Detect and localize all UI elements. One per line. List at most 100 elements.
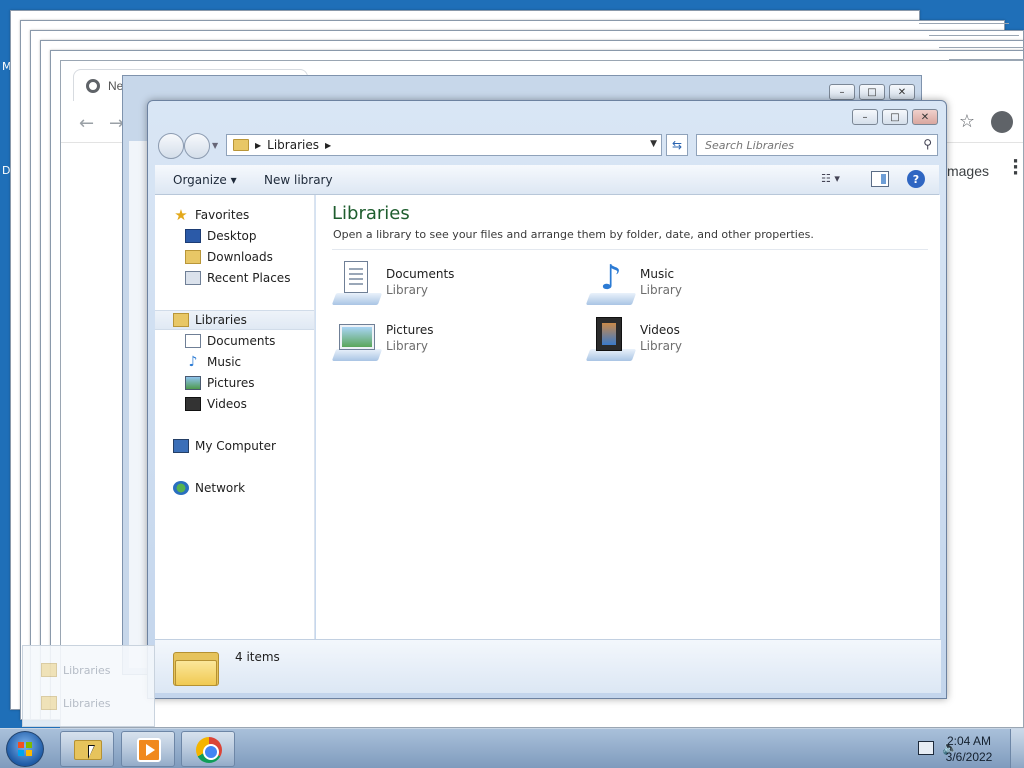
taskbar-explorer-button[interactable] [60,731,114,767]
nav-item-music[interactable]: ♪ Music [155,352,314,372]
nav-item-network[interactable]: Network [155,478,314,498]
nav-label: Music [207,355,242,369]
nav-label: Network [195,481,246,495]
tile-name: Music [640,267,675,281]
nav-label: Favorites [195,208,250,222]
library-tile-pictures[interactable]: Pictures Library [331,315,562,365]
libraries-explorer-window[interactable]: – □ ✕ ▼ ▶ Libraries ▶ ▼ ⇆ ⚲ Organize ▾ N… [147,100,947,699]
picture-icon [185,376,201,390]
library-tile-music[interactable]: ♪ Music Library [585,259,816,309]
minimize-button[interactable]: – [852,109,878,125]
thumbnail-item[interactable]: Libraries [41,662,111,678]
nav-item-favorites[interactable]: ★ Favorites [155,205,314,225]
nav-item-documents[interactable]: Documents [155,331,314,351]
back-arrow-icon[interactable]: ← [79,113,94,134]
nav-item-my-computer[interactable]: My Computer [155,436,314,456]
nav-item-videos[interactable]: Videos [155,394,314,414]
thumbnail-label: Libraries [63,663,111,677]
videos-library-icon [585,315,637,363]
thumbnail-item[interactable]: Libraries [41,695,111,711]
nav-label: Videos [207,397,247,411]
libraries-large-folder-icon [173,646,219,688]
chrome-icon [196,737,222,763]
breadcrumb-arrow-icon[interactable]: ▶ [255,141,261,150]
taskbar-chrome-button[interactable] [181,731,235,767]
breadcrumb-arrow-icon[interactable]: ▶ [325,141,331,150]
nav-label: Documents [207,334,276,348]
clock[interactable]: 2:04 AM 3/6/2022 [934,733,1004,765]
downloads-folder-icon [185,250,201,264]
network-status-icon[interactable] [918,741,934,755]
recent-places-icon [185,271,201,285]
page-title: Libraries [332,203,410,224]
close-button[interactable]: ✕ [912,109,938,125]
libraries-icon [173,313,189,327]
background-window-controls: – □ ✕ [829,84,915,100]
pictures-library-icon [331,315,383,363]
tile-kind: Library [640,283,682,297]
back-button[interactable] [158,133,184,159]
profile-avatar-icon[interactable] [991,111,1013,133]
nav-item-downloads[interactable]: Downloads [155,247,314,267]
organize-label: Organize [173,173,227,187]
search-input[interactable] [697,135,907,155]
new-library-button[interactable]: New library [264,173,333,187]
close-icon: ✕ [889,84,915,100]
search-box[interactable]: ⚲ [696,134,938,156]
star-icon: ★ [174,206,188,224]
change-view-icon[interactable]: ☷ ▾ [821,172,851,188]
nav-item-desktop[interactable]: Desktop [155,226,314,246]
tile-kind: Library [386,283,428,297]
thumbnail-label: Libraries [63,696,111,710]
nav-item-libraries[interactable]: Libraries [155,310,314,330]
nav-label: Libraries [195,313,247,327]
navigation-row: ▼ ▶ Libraries ▶ ▼ ⇆ ⚲ [156,133,938,159]
nav-label: Downloads [207,250,273,264]
preview-pane-icon[interactable] [871,171,889,187]
nav-label: Recent Places [207,271,291,285]
music-note-icon: ♪ [188,354,198,370]
apps-menu-icon[interactable]: · · · [1012,153,1019,183]
taskbar: 🔈 2:04 AM 3/6/2022 [0,728,1024,768]
chevron-down-icon: ▾ [230,173,237,187]
media-player-icon [137,738,161,762]
libraries-folder-icon [233,139,249,151]
nav-label: Desktop [207,229,257,243]
library-tile-videos[interactable]: Videos Library [585,315,816,365]
clock-time: 2:04 AM [946,734,992,748]
nav-item-pictures[interactable]: Pictures [155,373,314,393]
organize-button[interactable]: Organize ▾ [173,173,237,187]
tile-name: Videos [640,323,680,337]
documents-library-icon [331,259,383,307]
bookmark-star-icon[interactable]: ☆ [959,111,975,132]
tile-name: Documents [386,267,455,281]
images-link[interactable]: Images [943,163,989,179]
forward-button[interactable] [184,133,210,159]
maximize-icon: □ [859,84,885,100]
address-bar[interactable]: ▶ Libraries ▶ ▼ [226,134,662,156]
window-controls: – □ ✕ [852,109,938,125]
show-desktop-button[interactable] [1010,729,1024,768]
help-icon[interactable]: ? [907,170,925,188]
nav-label: Pictures [207,376,255,390]
folder-icon [41,663,57,677]
document-icon [185,334,201,348]
taskbar-media-player-button[interactable] [121,731,175,767]
film-strip-icon [185,397,201,411]
page-subtitle: Open a library to see your files and arr… [333,228,814,241]
breadcrumb-libraries[interactable]: Libraries [267,138,319,152]
maximize-button[interactable]: □ [882,109,908,125]
nav-label: My Computer [195,439,276,453]
start-button[interactable] [6,731,44,767]
address-dropdown-icon[interactable]: ▼ [650,139,657,149]
music-library-icon: ♪ [585,259,637,307]
taskbar-thumbnail-preview: Libraries Libraries [22,645,155,727]
search-icon[interactable]: ⚲ [923,137,932,151]
library-tile-documents[interactable]: Documents Library [331,259,562,309]
refresh-button[interactable]: ⇆ [666,134,688,156]
item-count: 4 items [235,650,280,664]
nav-item-recent-places[interactable]: Recent Places [155,268,314,288]
tile-kind: Library [640,339,682,353]
recent-pages-dropdown-icon[interactable]: ▼ [212,141,218,150]
command-bar: Organize ▾ New library ☷ ▾ ? [155,165,939,195]
